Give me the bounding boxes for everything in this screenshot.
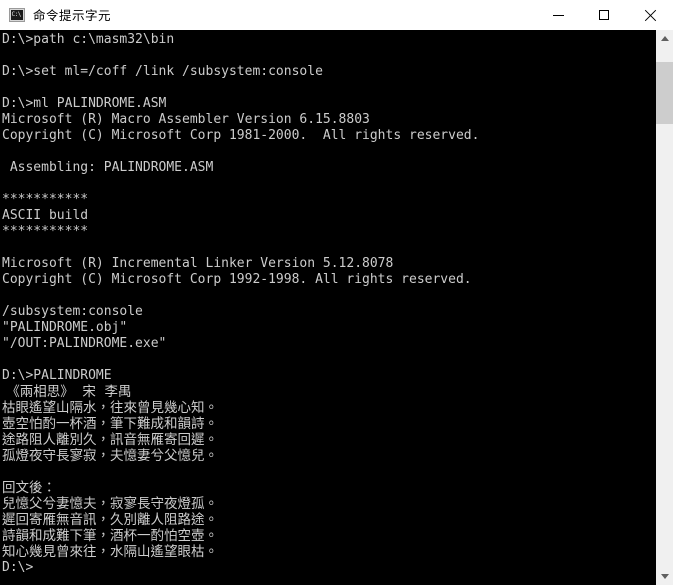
console-line: 壺空怕酌一杯酒，筆下難成和韻詩。 — [2, 416, 218, 432]
console-line: Microsoft (R) Macro Assembler Version 6.… — [2, 112, 370, 127]
console-line: /subsystem:console — [2, 304, 143, 319]
console-line: D:\>ml PALINDROME.ASM — [2, 96, 167, 111]
console-line: 《兩相思》 宋 李禺 — [2, 384, 132, 400]
console-output[interactable]: D:\>path c:\masm32\bin D:\>set ml=/coff … — [0, 30, 655, 585]
maximize-button[interactable] — [581, 0, 627, 30]
maximize-icon — [599, 10, 609, 20]
window-controls — [535, 0, 673, 30]
console-line: 途路阻人離別久，訊音無雁寄回遲。 — [2, 432, 218, 448]
console-line: D:\>PALINDROME — [2, 368, 112, 383]
console-line: Copyright (C) Microsoft Corp 1981-2000. … — [2, 128, 480, 143]
scrollbar-track[interactable] — [656, 47, 673, 568]
scrollbar-up-arrow[interactable] — [656, 30, 673, 47]
title-bar-left: 命令提示字元 — [0, 5, 111, 24]
console-line: 詩韻和成難下筆，酒杯一酌怕空壺。 — [2, 528, 218, 544]
command-prompt-window: 命令提示字元 D:\>path c:\masm32\bin D:\>set ml… — [0, 0, 673, 585]
console-line: D:\> — [2, 560, 34, 575]
console-line: 兒憶父兮妻憶夫，寂寥長守夜燈孤。 — [2, 496, 218, 512]
window-title: 命令提示字元 — [33, 8, 112, 23]
cmd-icon — [9, 7, 25, 22]
console-line: 遲回寄雁無音訊，久別離人阻路途。 — [2, 512, 218, 528]
console-line: D:\>set ml=/coff /link /subsystem:consol… — [2, 64, 323, 79]
console-line: "PALINDROME.obj" — [2, 320, 128, 335]
vertical-scrollbar[interactable] — [655, 30, 673, 585]
console-line: Copyright (C) Microsoft Corp 1992-1998. … — [2, 272, 472, 287]
scrollbar-thumb[interactable] — [656, 62, 673, 124]
console-line: "/OUT:PALINDROME.exe" — [2, 336, 167, 351]
close-button[interactable] — [627, 0, 673, 30]
console-line: 孤燈夜守長寥寂，夫憶妻兮父憶兒。 — [2, 448, 218, 464]
console-line: Microsoft (R) Incremental Linker Version… — [2, 256, 394, 271]
console-line: ASCII build — [2, 208, 89, 223]
scrollbar-down-arrow[interactable] — [656, 568, 673, 585]
chevron-down-icon — [660, 574, 669, 579]
console-line: *********** — [2, 224, 89, 239]
console-line: 知心幾見曾來往，水隔山遙望眼枯。 — [2, 544, 218, 560]
console-line: D:\>path c:\masm32\bin — [2, 32, 175, 47]
title-bar[interactable]: 命令提示字元 — [0, 0, 673, 30]
console-line: Assembling: PALINDROME.ASM — [2, 160, 214, 175]
console-line: 枯眼遙望山隔水，往來曾見幾心知。 — [2, 400, 218, 416]
close-icon — [644, 9, 656, 21]
console-line: *********** — [2, 192, 89, 207]
chevron-up-icon — [660, 36, 669, 41]
console-area[interactable]: D:\>path c:\masm32\bin D:\>set ml=/coff … — [0, 30, 673, 585]
minimize-icon — [552, 14, 564, 16]
minimize-button[interactable] — [535, 0, 581, 30]
console-line: 回文後： — [2, 480, 56, 496]
